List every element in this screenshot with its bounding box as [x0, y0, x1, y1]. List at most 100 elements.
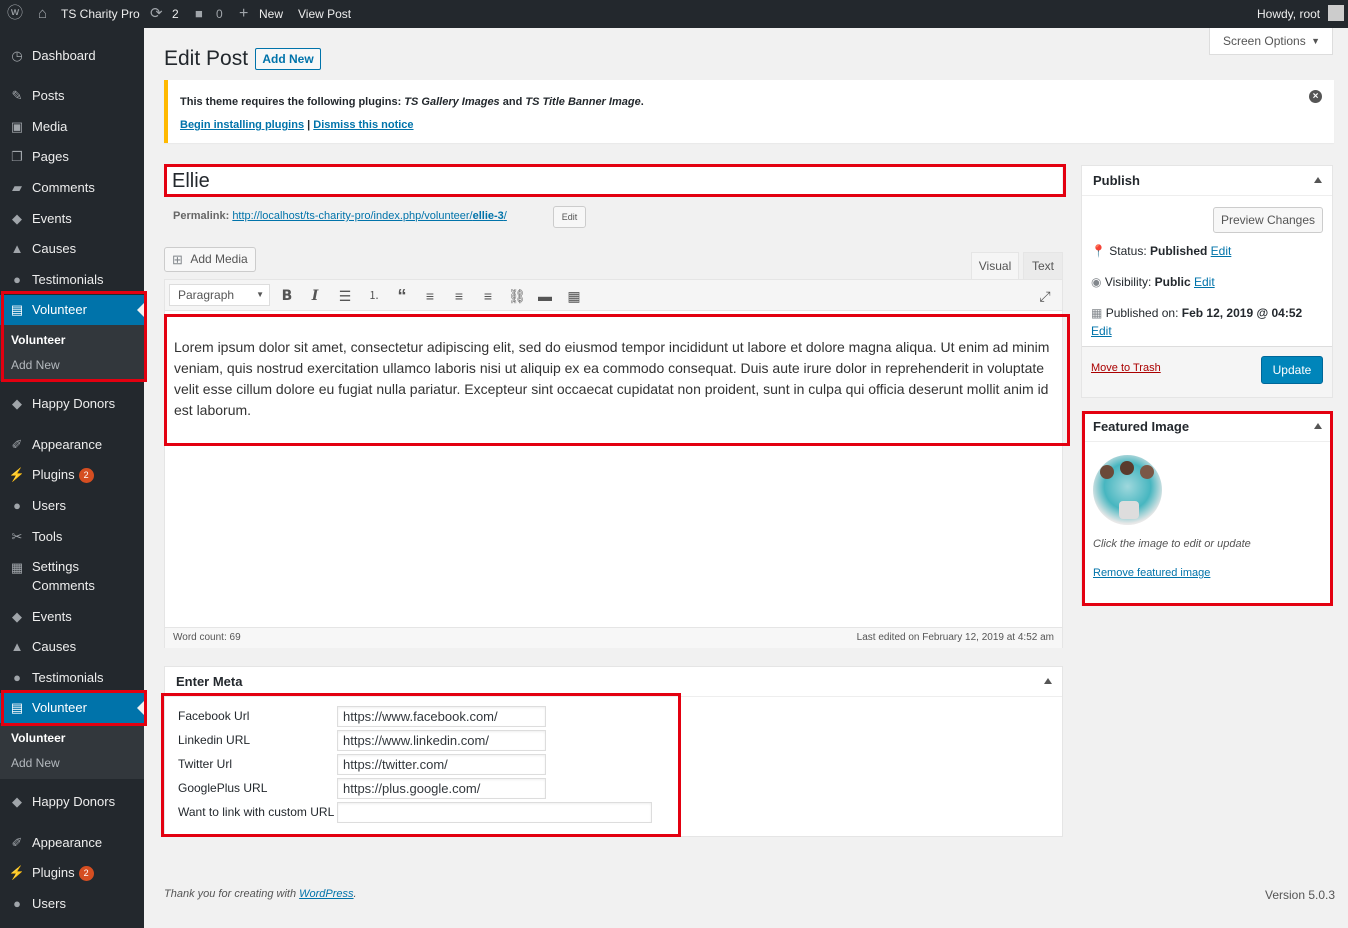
visibility-edit-link[interactable]: Edit	[1194, 275, 1215, 289]
new-link[interactable]: New	[259, 0, 283, 28]
sidebar-item-testimonials[interactable]: ● Testimonials	[0, 265, 144, 295]
add-media-icon: ⊞	[172, 252, 183, 267]
fullscreen-icon[interactable]: ⤢	[1036, 287, 1054, 305]
sidebar-item-users[interactable]: ● Users	[0, 889, 144, 919]
submenu-item-volunteer[interactable]: Volunteer	[11, 731, 65, 745]
sidebar-item-settings[interactable]: ▦ Settings Comments	[0, 553, 144, 593]
published-edit-link[interactable]: Edit	[1091, 324, 1112, 338]
meta-input[interactable]: https://twitter.com/	[337, 754, 546, 775]
sidebar-item-tools[interactable]: ✂ Tools	[0, 522, 144, 552]
link-icon[interactable]: ⛓	[508, 287, 526, 305]
updates-count[interactable]: 2	[172, 0, 179, 28]
blockquote-icon[interactable]: “	[393, 287, 411, 305]
updates-icon[interactable]: ⟳	[150, 0, 163, 28]
begin-installing-link[interactable]: Begin installing plugins	[180, 119, 304, 131]
sidebar-item-events[interactable]: ◆ Events	[0, 602, 144, 632]
sidebar-item-events[interactable]: ◆ Events	[0, 204, 144, 234]
sidebar-item-media[interactable]: ▣ Media	[0, 112, 144, 142]
comments-count[interactable]: 0	[216, 0, 223, 28]
sidebar-item-text: Events	[32, 609, 72, 624]
update-button[interactable]: Update	[1261, 356, 1323, 384]
add-media-button[interactable]: ⊞ Add Media	[164, 247, 256, 272]
sidebar-item-appearance[interactable]: ✐ Appearance	[0, 828, 144, 858]
dismiss-notice-link[interactable]: Dismiss this notice	[313, 119, 413, 131]
status-icon: 📍	[1091, 244, 1106, 258]
avatar[interactable]	[1328, 5, 1344, 21]
post-title-input[interactable]: Ellie	[166, 167, 1062, 195]
add-new-button[interactable]: Add New	[255, 48, 321, 70]
sidebar-item-posts[interactable]: ✎ Posts	[0, 81, 144, 111]
site-name-link[interactable]: TS Charity Pro	[61, 0, 140, 28]
numbered-list-icon[interactable]: ⒈	[365, 287, 383, 305]
view-post-link[interactable]: View Post	[298, 0, 351, 28]
bold-icon[interactable]: B	[278, 287, 296, 305]
remove-featured-image-link[interactable]: Remove featured image	[1093, 567, 1210, 579]
toolbar-toggle-icon[interactable]: ▦	[565, 287, 583, 305]
plus-icon[interactable]: +	[239, 0, 248, 28]
meta-input[interactable]	[337, 802, 652, 823]
sidebar-item-testimonials[interactable]: ● Testimonials	[0, 663, 144, 693]
tab-visual[interactable]: Visual	[971, 252, 1019, 279]
wordpress-logo-icon[interactable]: ⓦ	[7, 0, 23, 28]
add-media-label: Add Media	[190, 252, 248, 266]
howdy-link[interactable]: Howdy, root	[1257, 0, 1320, 28]
permalink-edit-button[interactable]: Edit	[553, 206, 586, 228]
sidebar-item-text: Testimonials	[32, 670, 104, 685]
sidebar-item-users[interactable]: ● Users	[0, 491, 144, 521]
collapse-icon[interactable]	[1314, 423, 1322, 429]
home-icon[interactable]: ⌂	[38, 0, 47, 28]
align-right-icon[interactable]: ≡	[479, 287, 497, 305]
dashboard-icon: ◷	[11, 48, 23, 63]
sidebar-item-plugins[interactable]: ⚡ Plugins 2	[0, 858, 144, 888]
preview-changes-button[interactable]: Preview Changes	[1213, 207, 1323, 233]
meta-input[interactable]: https://www.facebook.com/	[337, 706, 546, 727]
move-to-trash-link[interactable]: Move to Trash	[1091, 362, 1161, 374]
read-more-icon[interactable]: ▬	[536, 287, 554, 305]
sidebar-item-volunteer[interactable]: ▤ Volunteer	[0, 693, 144, 723]
screen-options-label: Screen Options	[1223, 34, 1306, 48]
cap-icon: ▲	[10, 639, 24, 654]
screen-options-button[interactable]: Screen Options ▼	[1209, 28, 1333, 55]
sidebar-item-text: Happy Donors	[32, 794, 116, 809]
comment-icon: ▰	[12, 180, 22, 195]
permalink-link[interactable]: http://localhost/ts-charity-pro/index.ph…	[232, 210, 507, 222]
format-select[interactable]: Paragraph ▼	[169, 284, 270, 306]
brush-icon: ✐	[11, 835, 23, 850]
sidebar-item-volunteer[interactable]: ▤ Volunteer	[0, 295, 144, 325]
sidebar-item-happy-donors[interactable]: ◆ Happy Donors	[0, 389, 144, 419]
sidebar-item-comments[interactable]: ▰ Comments	[0, 173, 144, 203]
sidebar-item-causes[interactable]: ▲ Causes	[0, 632, 144, 662]
footer-thanks-b: .	[353, 888, 357, 900]
sidebar-item-happy-donors[interactable]: ◆ Happy Donors	[0, 787, 144, 817]
submenu-item-add-new[interactable]: Add New	[11, 358, 60, 372]
meta-label: Twitter Url	[178, 757, 232, 771]
meta-input[interactable]: https://www.linkedin.com/	[337, 730, 546, 751]
meta-input[interactable]: https://plus.google.com/	[337, 778, 546, 799]
sidebar-item-causes[interactable]: ▲ Causes	[0, 234, 144, 264]
sidebar-item-dashboard[interactable]: ◷ Dashboard	[0, 41, 144, 71]
featured-image-thumbnail[interactable]	[1093, 455, 1162, 525]
collapse-icon[interactable]	[1044, 678, 1052, 684]
bullet-list-icon[interactable]: ☰	[336, 287, 354, 305]
align-center-icon[interactable]: ≡	[450, 287, 468, 305]
sidebar-item-plugins[interactable]: ⚡ Plugins 2	[0, 460, 144, 490]
wordpress-link[interactable]: WordPress	[299, 888, 353, 900]
submenu-item-add-new[interactable]: Add New	[11, 756, 60, 770]
editor-content[interactable]: Lorem ipsum dolor sit amet, consectetur …	[174, 337, 1054, 421]
italic-icon[interactable]: I	[306, 287, 324, 305]
permalink-label: Permalink:	[173, 210, 233, 222]
close-icon[interactable]: ×	[1309, 90, 1322, 103]
sidebar-item-text: Users	[32, 896, 66, 911]
sidebar-item-label: Testimonials	[32, 663, 104, 693]
status-edit-link[interactable]: Edit	[1211, 244, 1232, 258]
permalink-row: Permalink: http://localhost/ts-charity-p…	[173, 210, 507, 222]
collapse-icon[interactable]	[1314, 177, 1322, 183]
submenu-item-volunteer[interactable]: Volunteer	[11, 333, 65, 347]
sidebar-item-appearance[interactable]: ✐ Appearance	[0, 430, 144, 460]
sidebar-item-label: Volunteer	[32, 295, 87, 325]
tab-text[interactable]: Text	[1023, 252, 1063, 279]
align-left-icon[interactable]: ≡	[421, 287, 439, 305]
comments-icon[interactable]: ■	[195, 0, 203, 28]
sidebar-item-label: Causes	[32, 632, 76, 662]
sidebar-item-pages[interactable]: ❐ Pages	[0, 142, 144, 172]
